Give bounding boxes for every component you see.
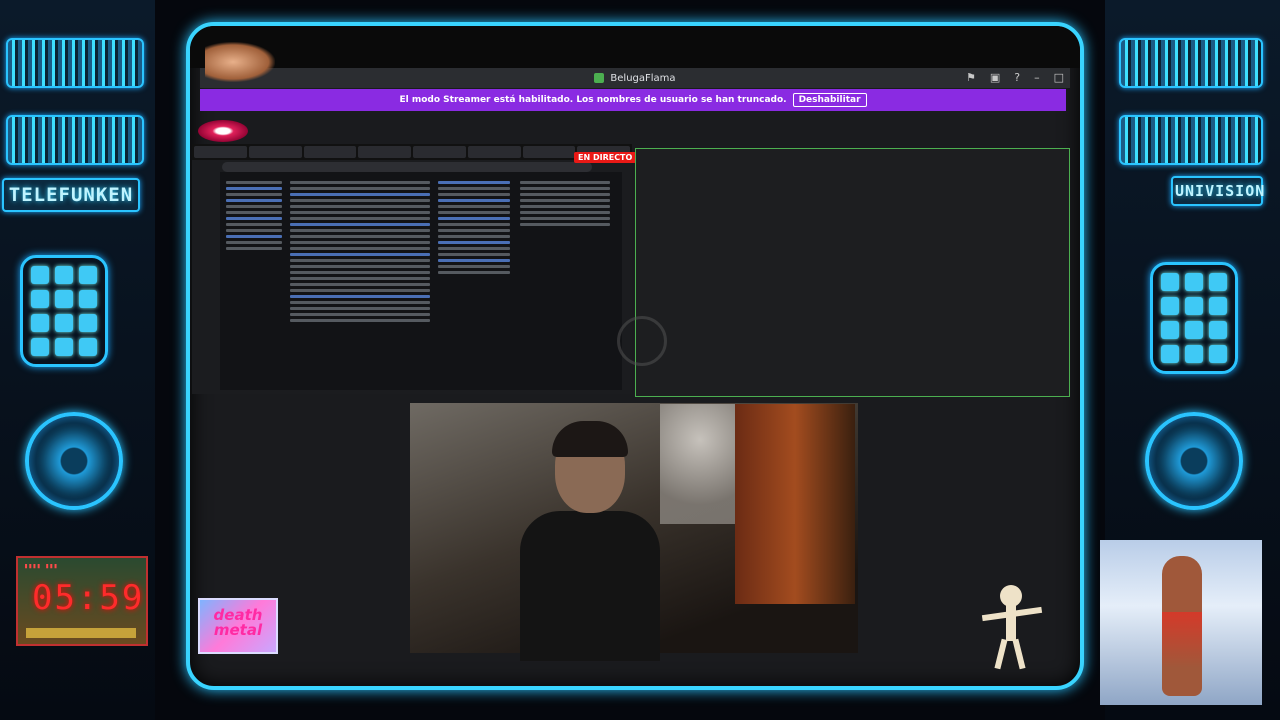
loading-spinner-icon [617,316,667,366]
flag-icon[interactable]: ⚑ [966,71,976,84]
clock-bar [26,628,136,638]
brand-logo-right: UNIVISION [1171,176,1264,206]
jesus-clouds-image [1100,540,1262,705]
lips-sticker-icon [198,120,248,142]
dial-knob-icon [1145,412,1243,510]
minimize-icon[interactable]: – [1034,71,1040,84]
app-logo-icon [594,73,605,83]
live-badge: EN DIRECTO [574,152,637,163]
jesus-figure [1162,556,1202,696]
speaker-grille [1119,115,1263,165]
left-cabinet-overlay: TELEFUNKEN ▮▮▮▮ ▮▮▮ 05:59 [0,0,155,720]
maximize-icon[interactable]: □ [1054,71,1064,84]
dancing-figure-icon [981,585,1043,670]
screen-share-browser [192,144,632,394]
wiki-infobox [438,178,510,277]
webcam-shelf [735,404,855,604]
banner-message: El modo Streamer está habilitado. Los no… [399,95,787,105]
app-title: BelugaFlama [610,72,676,84]
angel-sticker-icon [205,42,275,82]
help-icon[interactable]: ? [1014,71,1020,84]
clock-digits: 05:59 [32,578,145,618]
tv-screen: BelugaFlama ⚑ ▣ ? – □ El modo Streamer e… [186,22,1084,690]
speaker-grille [6,115,144,165]
wiki-body [290,178,430,325]
death-metal-sticker: death metal [198,598,278,654]
disable-streamer-button[interactable]: Deshabilitar [792,93,867,107]
brand-logo-left: TELEFUNKEN [2,178,140,212]
keypad-icon [1150,262,1238,374]
speaker-grille [1119,38,1263,88]
browser-url-bar [222,162,592,172]
streamer-person [520,421,660,661]
streamer-mode-banner: El modo Streamer está habilitado. Los no… [200,89,1066,111]
digital-clock: ▮▮▮▮ ▮▮▮ 05:59 [16,556,148,646]
wiki-article [220,172,622,390]
app-titlebar: BelugaFlama ⚑ ▣ ? – □ [200,68,1070,88]
keypad-icon [20,255,108,367]
inbox-icon[interactable]: ▣ [990,71,1000,84]
wiki-toc [226,178,282,253]
clock-label: ▮▮▮▮ ▮▮▮ [24,562,58,570]
stream-preview-panel [635,148,1070,397]
wiki-sidebar [520,178,610,229]
browser-tabs [192,144,632,160]
webcam-background [660,404,740,524]
titlebar-icons: ⚑ ▣ ? – □ [966,71,1064,84]
speaker-grille [6,38,144,88]
dial-knob-icon [25,412,123,510]
screen-top-bezel [190,26,1080,68]
